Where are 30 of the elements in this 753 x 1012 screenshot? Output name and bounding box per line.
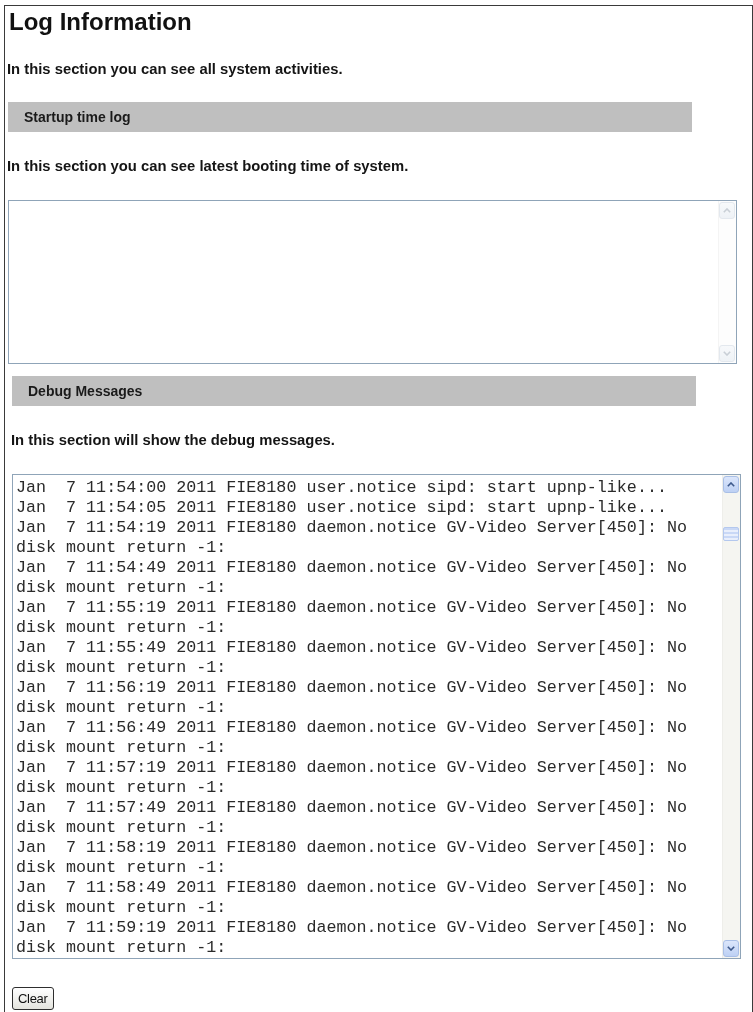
chevron-down-icon	[727, 946, 735, 951]
chevron-down-icon	[723, 351, 731, 356]
page-description: In this section you can see all system activities.	[7, 60, 343, 78]
log-line: Jan 7 11:58:19 2011 FIE8180 daemon.notice GV-Video Server[450]: No disk mount return -1:	[16, 838, 688, 878]
log-line: Jan 7 11:54:00 2011 FIE8180 user.notice sipd: start upnp-like...	[16, 478, 668, 498]
log-line: Jan 7 11:55:49 2011 FIE8180 daemon.notice GV-Video Server[450]: No disk mount return -1:	[16, 638, 688, 678]
log-line: Jan 7 11:56:19 2011 FIE8180 daemon.notice GV-Video Server[450]: No disk mount return -1:	[16, 678, 688, 718]
log-field[interactable]	[8, 200, 737, 364]
scrollbar-thumb[interactable]	[723, 527, 739, 541]
scroll-down-button[interactable]	[723, 940, 739, 957]
scrollbar[interactable]	[722, 475, 740, 958]
section-heading: Debug Messages	[12, 376, 696, 406]
log-line: Jan 7 11:57:19 2011 FIE8180 daemon.notice GV-Video Server[450]: No disk mount return -1:	[16, 758, 688, 798]
section-description: In this section you can see latest booting time of system.	[7, 157, 409, 175]
log-line: Jan 7 11:58:49 2011 FIE8180 daemon.notice GV-Video Server[450]: No disk mount return -1:	[16, 878, 688, 918]
chevron-up-icon	[723, 208, 731, 213]
section-heading: Startup time log	[8, 102, 692, 132]
log-line: Jan 7 11:56:49 2011 FIE8180 daemon.notice GV-Video Server[450]: No disk mount return -1:	[16, 718, 688, 758]
log-field[interactable]	[12, 474, 741, 959]
log-line: Jan 7 11:55:19 2011 FIE8180 daemon.notice GV-Video Server[450]: No disk mount return -1:	[16, 598, 688, 638]
log-line: Jan 7 11:54:05 2011 FIE8180 user.notice sipd: start upnp-like...	[16, 498, 668, 518]
clear-button[interactable]: Clear	[12, 987, 54, 1010]
scroll-up-button[interactable]	[723, 476, 739, 493]
page-title: Log Information	[9, 9, 192, 35]
chevron-up-icon	[727, 482, 735, 487]
log-line: Jan 7 11:59:19 2011 FIE8180 daemon.notice GV-Video Server[450]: No disk mount return -1:	[16, 918, 688, 958]
log-line: Jan 7 11:54:49 2011 FIE8180 daemon.notice GV-Video Server[450]: No disk mount return -1:	[16, 558, 688, 598]
log-line: Jan 7 11:54:19 2011 FIE8180 daemon.notice GV-Video Server[450]: No disk mount return -1:	[16, 518, 688, 558]
log-line: Jan 7 11:57:49 2011 FIE8180 daemon.notice GV-Video Server[450]: No disk mount return -1:	[16, 798, 688, 838]
section-description: In this section will show the debug messages.	[11, 431, 335, 449]
